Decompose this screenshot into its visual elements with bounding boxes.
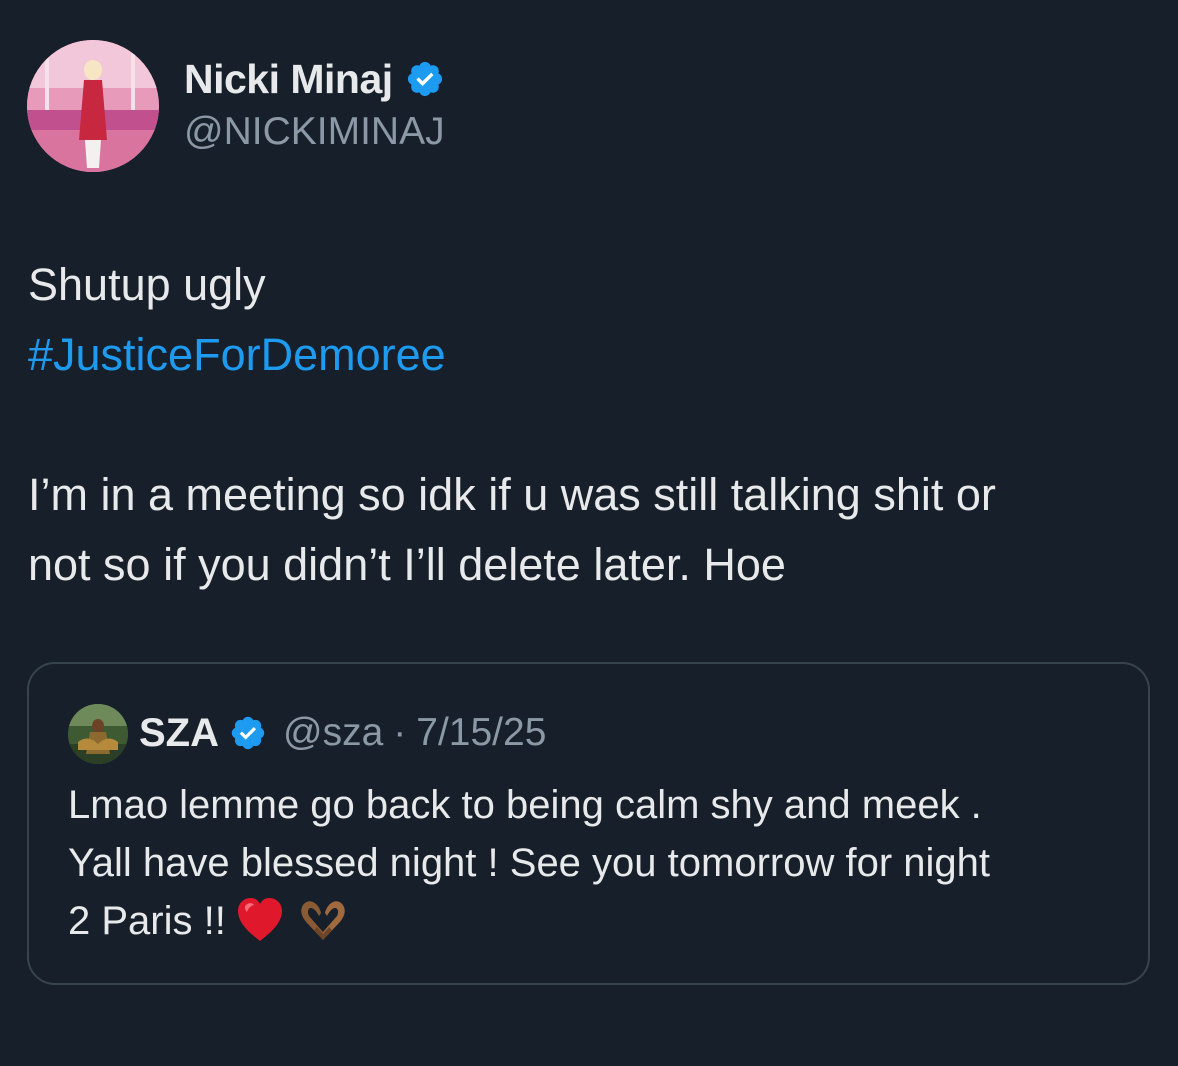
author-name[interactable]: Nicki Minaj xyxy=(184,56,393,103)
quoted-tweet-card[interactable]: SZA @sza · 7/15/25 Lmao lemme go back to… xyxy=(27,662,1150,985)
author-handle[interactable]: @NICKIMINAJ xyxy=(184,110,445,154)
quoted-author-avatar[interactable] xyxy=(68,704,128,764)
quoted-text-line: 2 Paris !! xyxy=(68,899,226,943)
quoted-text-line: Yall have blessed night ! See you tomorr… xyxy=(68,841,990,885)
quoted-author-handle[interactable]: @sza xyxy=(283,711,383,755)
quoted-text-line-last: 2 Paris !! xyxy=(68,892,1128,950)
tweet-text-line: Shutup ugly xyxy=(28,259,266,310)
quoted-tweet-header: SZA @sza · 7/15/25 xyxy=(139,708,546,758)
heart-hands-emoji-icon xyxy=(294,894,352,946)
red-heart-emoji-icon xyxy=(234,894,286,946)
author-name-row: Nicki Minaj xyxy=(184,54,445,104)
quoted-author-name[interactable]: SZA xyxy=(139,711,219,756)
profile-photo-green-avatar xyxy=(68,704,128,764)
quoted-tweet-date[interactable]: 7/15/25 xyxy=(416,711,546,755)
quoted-tweet-text: Lmao lemme go back to being calm shy and… xyxy=(68,776,1128,950)
tweet-text-line: I’m in a meeting so idk if u was still t… xyxy=(28,469,996,520)
quoted-text-line: Lmao lemme go back to being calm shy and… xyxy=(68,783,982,827)
profile-photo-pink-avatar xyxy=(27,40,159,172)
hashtag-link[interactable]: #JusticeForDemoree xyxy=(28,320,1148,390)
author-avatar[interactable] xyxy=(27,40,159,172)
verified-badge-icon xyxy=(405,59,445,99)
tweet-text-line: not so if you didn’t I’ll delete later. … xyxy=(28,539,786,590)
verified-badge-icon xyxy=(229,714,267,752)
tweet-text: Shutup ugly #JusticeForDemoree I’m in a … xyxy=(28,250,1148,600)
separator-dot: · xyxy=(393,711,407,754)
